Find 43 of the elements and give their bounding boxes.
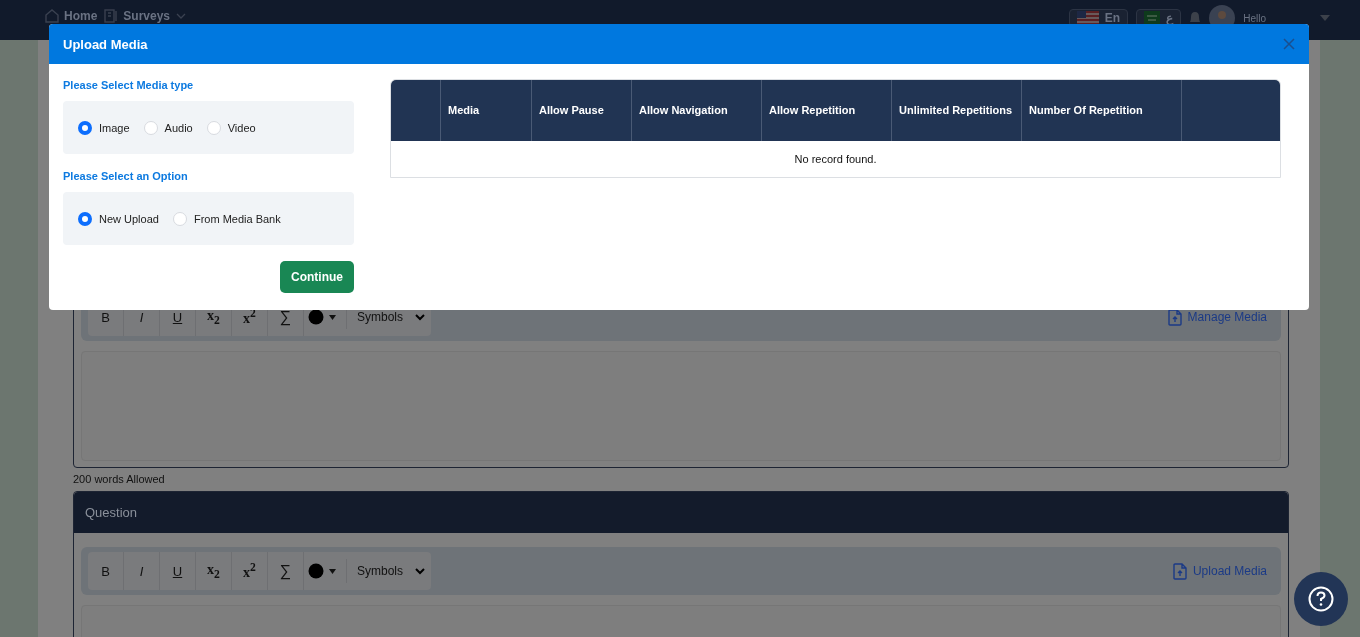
chevron-down-icon [176,13,187,19]
column-header: Allow Navigation [639,103,728,118]
word-limit-text: 200 words Allowed [73,472,166,487]
section-label: Please Select an Option [63,170,189,182]
radio-option[interactable]: New Upload [78,211,159,226]
radio-option[interactable]: Audio [143,120,193,135]
format-button[interactable]: x$_{2}$ [196,552,232,590]
continue-button[interactable]: Continue [280,261,354,293]
radio-option[interactable]: Video [206,120,256,135]
media-link[interactable]: Manage Media [1167,308,1267,326]
section-label: Please Select Media type [63,79,195,91]
radio-button[interactable] [78,211,92,226]
bell-icon[interactable] [1189,11,1202,25]
radio-option[interactable]: Image [78,120,130,135]
format-button[interactable]: B [88,552,124,590]
radio-button[interactable] [78,120,92,135]
empty-table-message: No record found. [794,153,877,165]
chevron-down-icon [415,567,425,575]
dialog-title: Upload Media [63,36,148,52]
card-title: Question [85,505,138,520]
format-button[interactable]: U [160,552,196,590]
format-button[interactable]: x$^{2}$ [232,552,268,590]
column-header: Unlimited Repetitions [899,103,1013,118]
symbols-dropdown[interactable]: Symbols [346,559,431,583]
column-header: Media [448,103,480,118]
format-button[interactable]: ∑ [268,552,304,590]
clipboard-icon [103,8,120,24]
flag-icon [1144,11,1161,25]
column-header: Number Of Repetition [1029,103,1143,118]
format-button[interactable]: I [124,552,160,590]
chevron-down-icon [415,313,425,321]
column-header: Allow Repetition [769,103,856,118]
nav-link[interactable]: Home [44,8,98,24]
file-upload-icon [1167,308,1182,326]
user-greeting: Hello [1243,12,1266,24]
home-icon [44,8,60,24]
nav-link[interactable]: Surveys [103,8,171,24]
flag-icon [1076,11,1099,25]
file-upload-icon [1172,562,1187,580]
help-icon [1308,586,1334,612]
media-link[interactable]: Upload Media [1172,562,1267,580]
column-header: Allow Pause [539,103,604,118]
radio-option[interactable]: From Media Bank [172,211,281,226]
